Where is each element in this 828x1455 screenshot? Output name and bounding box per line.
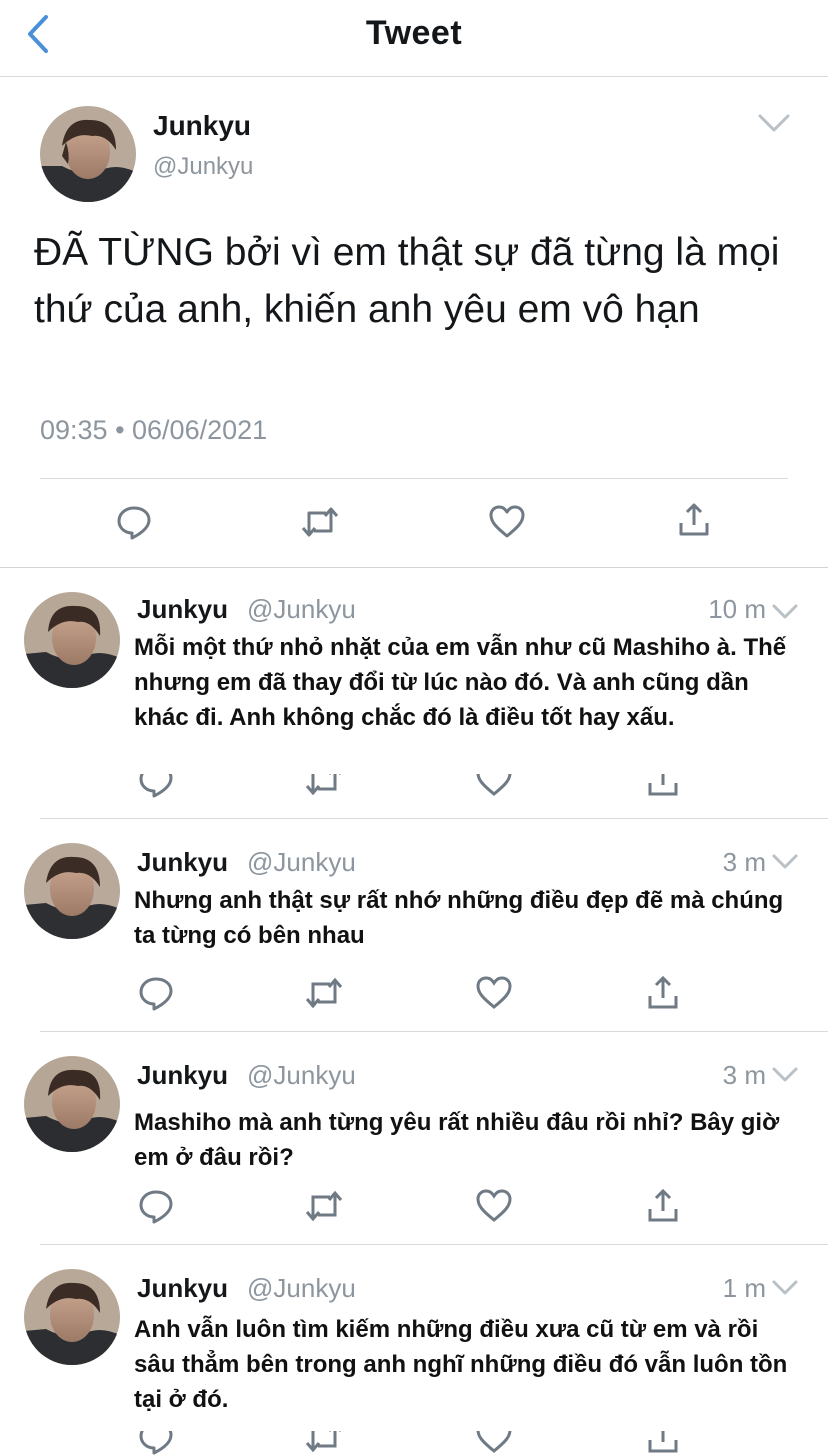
share-icon — [648, 975, 678, 1009]
share-icon — [679, 503, 709, 536]
chevron-down-icon — [772, 1067, 798, 1082]
like-button[interactable] — [474, 1186, 514, 1226]
share-button[interactable] — [643, 1186, 683, 1226]
retweet-icon — [301, 507, 339, 537]
tweet-actions — [0, 1431, 828, 1455]
tweet-text: ĐÃ TỪNG bởi vì em thật sự đã từng là mọi… — [34, 231, 780, 331]
tweet-menu-button[interactable] — [757, 111, 791, 135]
share-icon — [648, 774, 678, 796]
reply-tweet[interactable]: Junkyu @Junkyu 10 m Mỗi một thứ nhỏ nhặt… — [0, 568, 828, 818]
like-icon — [476, 976, 512, 1009]
author-handle[interactable]: @Junkyu — [153, 153, 253, 181]
reply-icon — [139, 1431, 173, 1455]
chevron-down-icon — [772, 604, 798, 619]
tweet-time: 1 m — [722, 1273, 766, 1303]
retweet-button[interactable] — [304, 1186, 344, 1226]
reply-tweet[interactable]: Junkyu @Junkyu 3 m Mashiho mà anh từng y… — [0, 1032, 828, 1244]
tweet-time: 3 m — [722, 847, 766, 877]
author-handle[interactable]: @Junkyu — [247, 847, 356, 878]
tweet-actions — [0, 1186, 828, 1226]
retweet-button[interactable] — [304, 1431, 344, 1455]
divider — [40, 478, 788, 479]
share-icon — [648, 1188, 678, 1222]
chevron-down-icon — [772, 1280, 798, 1295]
tweet-actions — [0, 497, 828, 547]
tweet-text: Nhưng anh thật sự rất nhớ những điều đẹp… — [134, 887, 784, 949]
avatar[interactable] — [24, 592, 120, 688]
chevron-down-icon — [758, 114, 790, 132]
author-handle[interactable]: @Junkyu — [247, 1273, 356, 1304]
like-icon — [489, 505, 525, 538]
tweet-menu-button[interactable] — [771, 1065, 799, 1085]
author-name[interactable]: Junkyu — [137, 1060, 228, 1091]
retweet-icon — [305, 1190, 343, 1222]
main-tweet: Junkyu @Junkyu ĐÃ TỪNG bởi vì em thật sự… — [0, 77, 828, 568]
tweet-time: 10 m — [708, 594, 766, 624]
like-button[interactable] — [474, 973, 514, 1013]
reply-button[interactable] — [136, 774, 176, 800]
page-title: Tweet — [365, 14, 463, 52]
reply-icon — [139, 774, 173, 798]
share-button[interactable] — [674, 500, 714, 540]
like-icon — [476, 774, 512, 796]
tweet-menu-button[interactable] — [771, 1278, 799, 1298]
share-button[interactable] — [643, 774, 683, 800]
chevron-down-icon — [772, 854, 798, 869]
reply-button[interactable] — [136, 1186, 176, 1226]
reply-icon — [117, 506, 151, 540]
reply-tweet[interactable]: Junkyu @Junkyu 3 m Nhưng anh thật sự rất… — [0, 819, 828, 1031]
avatar[interactable] — [24, 843, 120, 939]
tweet-menu-button[interactable] — [771, 602, 799, 622]
avatar[interactable] — [40, 106, 136, 202]
avatar[interactable] — [24, 1056, 120, 1152]
author-handle[interactable]: @Junkyu — [247, 1060, 356, 1091]
author-name[interactable]: Junkyu — [153, 110, 251, 142]
tweet-timestamp: 09:35 • 06/06/2021 — [40, 415, 268, 445]
tweet-text: Anh vẫn luôn tìm kiếm những điều xưa cũ … — [134, 1316, 788, 1413]
tweet-actions — [0, 973, 828, 1013]
reply-icon — [139, 1190, 173, 1224]
tweet-text: Mỗi một thứ nhỏ nhặt của em vẫn như cũ M… — [134, 634, 787, 731]
reply-button[interactable] — [114, 502, 154, 542]
share-button[interactable] — [643, 973, 683, 1013]
like-button[interactable] — [474, 774, 514, 800]
reply-icon — [139, 977, 173, 1011]
retweet-button[interactable] — [304, 774, 344, 800]
like-icon — [476, 1189, 512, 1222]
author-name[interactable]: Junkyu — [137, 1273, 228, 1304]
tweet-text: Mashiho mà anh từng yêu rất nhiều đâu rồ… — [134, 1109, 780, 1171]
author-name[interactable]: Junkyu — [137, 594, 228, 625]
like-button[interactable] — [487, 502, 527, 542]
retweet-icon — [305, 1431, 341, 1453]
tweet-time: 3 m — [722, 1060, 766, 1090]
author-name[interactable]: Junkyu — [137, 847, 228, 878]
like-button[interactable] — [474, 1431, 514, 1455]
reply-button[interactable] — [136, 1431, 176, 1455]
top-bar: Tweet — [0, 0, 828, 77]
reply-button[interactable] — [136, 973, 176, 1013]
avatar[interactable] — [24, 1269, 120, 1365]
like-icon — [476, 1431, 512, 1453]
share-icon — [648, 1431, 678, 1453]
retweet-button[interactable] — [304, 973, 344, 1013]
retweet-button[interactable] — [300, 502, 340, 542]
tweet-menu-button[interactable] — [771, 852, 799, 872]
tweet-actions — [0, 774, 828, 800]
author-handle[interactable]: @Junkyu — [247, 594, 356, 625]
share-button[interactable] — [643, 1431, 683, 1455]
retweet-icon — [305, 774, 341, 796]
reply-tweet[interactable]: Junkyu @Junkyu 1 m Anh vẫn luôn tìm kiếm… — [0, 1245, 828, 1455]
retweet-icon — [305, 977, 343, 1009]
